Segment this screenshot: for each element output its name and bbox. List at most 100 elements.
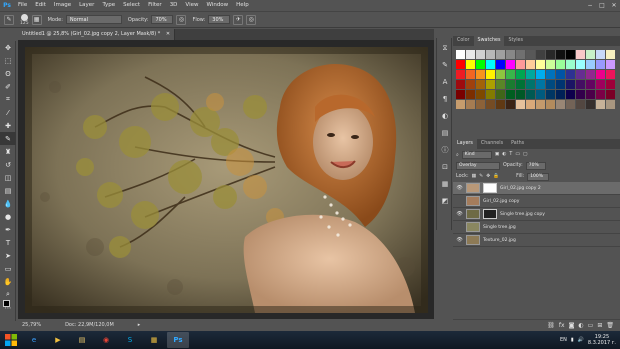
tab-swatches[interactable]: Swatches: [473, 36, 505, 46]
color-swatch[interactable]: [586, 50, 595, 59]
color-swatch[interactable]: [576, 80, 585, 89]
color-swatch[interactable]: [526, 100, 535, 109]
file-explorer-icon[interactable]: ▤: [71, 332, 93, 348]
status-menu-arrow-icon[interactable]: ▸: [138, 322, 141, 328]
zoom-level[interactable]: 25,79%: [22, 322, 41, 328]
marquee-tool-icon[interactable]: ⬚: [0, 54, 16, 67]
lasso-tool-icon[interactable]: ʘ: [0, 67, 16, 80]
flow-field[interactable]: 30%: [208, 15, 231, 24]
timeline-panel-icon[interactable]: ▦: [438, 177, 452, 191]
color-swatch[interactable]: [566, 100, 575, 109]
color-swatch[interactable]: [556, 80, 565, 89]
layer-name[interactable]: Single tree.jpg: [483, 225, 516, 230]
color-swatch[interactable]: [536, 100, 545, 109]
menu-window[interactable]: Window: [202, 0, 232, 11]
color-swatch[interactable]: [506, 50, 515, 59]
color-swatch[interactable]: [466, 70, 475, 79]
tab-layers[interactable]: Layers: [453, 139, 477, 149]
minimize-button[interactable]: −: [584, 0, 596, 11]
color-swatch[interactable]: [546, 70, 555, 79]
menu-view[interactable]: View: [181, 0, 202, 11]
document-tab[interactable]: Untitled1 @ 25,8% (Girl_02.jpg copy 2, L…: [18, 29, 176, 40]
color-swatch[interactable]: [466, 100, 475, 109]
opacity-field[interactable]: 70%: [151, 15, 174, 24]
photoshop-taskbar-icon[interactable]: Ps: [167, 332, 189, 348]
color-swatch[interactable]: [476, 60, 485, 69]
mode-select[interactable]: Normal: [65, 15, 122, 24]
menu-help[interactable]: Help: [232, 0, 253, 11]
color-swatch[interactable]: [506, 90, 515, 99]
color-swatch[interactable]: [606, 50, 615, 59]
color-swatch[interactable]: [576, 90, 585, 99]
blur-tool-icon[interactable]: 💧: [0, 197, 16, 210]
color-swatch[interactable]: [576, 70, 585, 79]
color-swatch[interactable]: [496, 100, 505, 109]
color-swatch[interactable]: [536, 90, 545, 99]
filter-type-icon[interactable]: T: [509, 152, 512, 157]
color-swatch[interactable]: [456, 100, 465, 109]
color-swatch[interactable]: [516, 50, 525, 59]
menu-type[interactable]: Type: [98, 0, 119, 11]
color-swatch[interactable]: [506, 70, 515, 79]
color-swatch[interactable]: [476, 70, 485, 79]
skype-icon[interactable]: S: [119, 332, 141, 348]
color-swatch[interactable]: [526, 70, 535, 79]
color-swatch[interactable]: [556, 70, 565, 79]
filter-adjustment-icon[interactable]: ◐: [502, 152, 506, 157]
filter-smart-object-icon[interactable]: ▢: [523, 152, 528, 157]
color-swatch[interactable]: [466, 80, 475, 89]
new-group-icon[interactable]: ▭: [588, 322, 594, 329]
crop-tool-icon[interactable]: ⌗: [0, 93, 16, 106]
history-panel-icon[interactable]: ⧖: [438, 41, 452, 55]
color-swatch[interactable]: [586, 90, 595, 99]
color-swatch[interactable]: [456, 50, 465, 59]
link-layers-icon[interactable]: ⛓: [547, 322, 555, 329]
color-swatch[interactable]: [456, 60, 465, 69]
lock-transparent-icon[interactable]: ▦: [472, 174, 477, 179]
color-swatch[interactable]: [476, 100, 485, 109]
color-swatch[interactable]: [506, 100, 515, 109]
layer-style-icon[interactable]: fx: [559, 322, 565, 329]
close-tab-icon[interactable]: ✕: [166, 31, 170, 37]
menu-select[interactable]: Select: [119, 0, 144, 11]
clone-stamp-tool-icon[interactable]: ♜: [0, 145, 16, 158]
pressure-size-icon[interactable]: ◎: [246, 14, 257, 25]
color-swatch[interactable]: [536, 80, 545, 89]
layer-name[interactable]: Texture_02.jpg: [483, 238, 516, 243]
lock-all-icon[interactable]: 🔒: [493, 174, 499, 179]
color-swatch[interactable]: [466, 60, 475, 69]
color-swatch[interactable]: [566, 80, 575, 89]
brush-panel-icon[interactable]: ✎: [438, 58, 452, 72]
layer-opacity-field[interactable]: 70%: [525, 161, 546, 170]
tab-styles[interactable]: Styles: [504, 36, 527, 46]
color-swatch[interactable]: [496, 60, 505, 69]
color-swatch[interactable]: [476, 80, 485, 89]
color-swatch[interactable]: [596, 80, 605, 89]
color-swatch[interactable]: [536, 50, 545, 59]
tab-color[interactable]: Color: [453, 36, 474, 46]
lock-pixels-icon[interactable]: ✎: [479, 174, 483, 179]
color-swatch[interactable]: [546, 100, 555, 109]
filter-shape-icon[interactable]: ▭: [515, 152, 520, 157]
airbrush-icon[interactable]: ✈: [233, 14, 244, 25]
brush-tool-icon[interactable]: ✎: [0, 132, 16, 145]
color-swatch[interactable]: [516, 100, 525, 109]
color-swatch[interactable]: [546, 80, 555, 89]
color-swatch[interactable]: [506, 80, 515, 89]
color-swatch[interactable]: [586, 60, 595, 69]
color-swatch[interactable]: [516, 90, 525, 99]
layer-name[interactable]: Single tree.jpg copy: [500, 212, 545, 217]
visibility-eye-icon[interactable]: 👁: [456, 211, 463, 217]
artwork-canvas[interactable]: [25, 47, 428, 313]
pressure-opacity-icon[interactable]: ◎: [176, 14, 187, 25]
menu-layer[interactable]: Layer: [75, 0, 98, 11]
photo-viewer-icon[interactable]: ▦: [143, 332, 165, 348]
color-swatch[interactable]: [486, 50, 495, 59]
color-swatch[interactable]: [466, 90, 475, 99]
color-swatch[interactable]: [596, 70, 605, 79]
color-swatch[interactable]: [466, 50, 475, 59]
color-swatch[interactable]: [606, 60, 615, 69]
adjustments-panel-icon[interactable]: ◐: [438, 109, 452, 123]
color-swatch[interactable]: [476, 50, 485, 59]
color-swatch[interactable]: [516, 70, 525, 79]
